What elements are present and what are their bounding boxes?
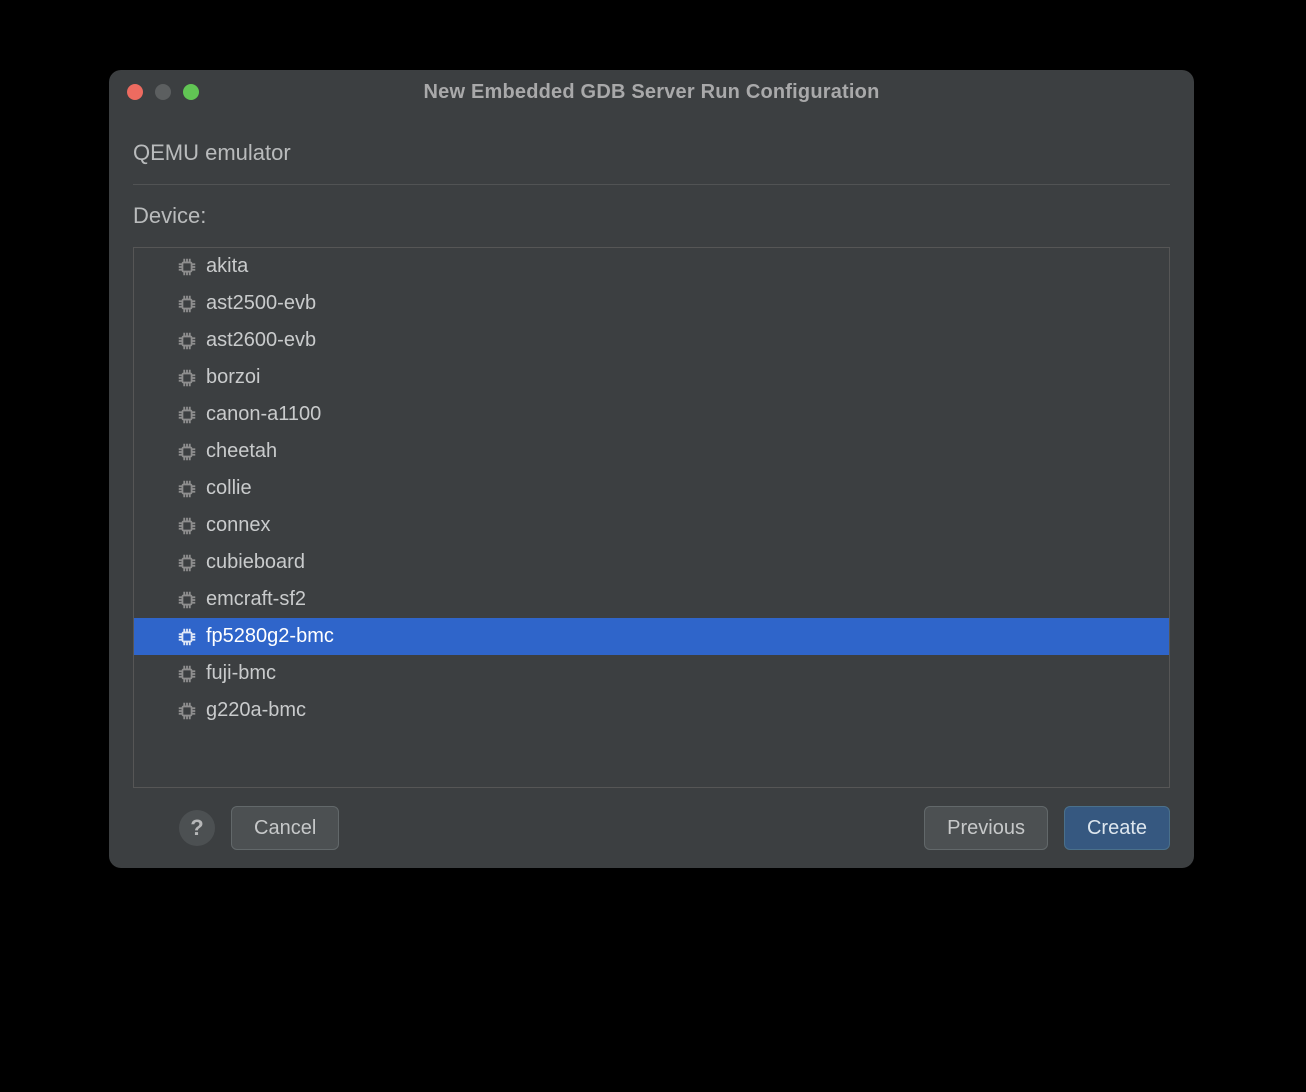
device-list-item[interactable]: emcraft-sf2 (134, 581, 1169, 618)
device-list-item[interactable]: cheetah (134, 433, 1169, 470)
device-list-item-label: ast2500-evb (206, 292, 316, 315)
chip-icon (176, 441, 198, 463)
create-button-label: Create (1087, 817, 1147, 840)
device-list-item-label: akita (206, 255, 248, 278)
dialog-footer: ? Cancel Previous Create (109, 788, 1194, 868)
chip-icon (176, 330, 198, 352)
window-zoom-button[interactable] (183, 84, 199, 100)
device-list-item[interactable]: fuji-bmc (134, 655, 1169, 692)
device-list-item[interactable]: canon-a1100 (134, 396, 1169, 433)
device-list-item-label: fuji-bmc (206, 662, 276, 685)
device-list-item[interactable]: connex (134, 507, 1169, 544)
device-list-item[interactable]: collie (134, 470, 1169, 507)
help-button[interactable]: ? (179, 810, 215, 846)
device-list-item-label: fp5280g2-bmc (206, 625, 334, 648)
chip-icon (176, 404, 198, 426)
device-list-item[interactable]: akita (134, 248, 1169, 285)
device-list-item-label: cubieboard (206, 551, 305, 574)
device-list-container: akita ast2500-evb ast2600-evb borzoi canon-a… (133, 247, 1170, 788)
window-minimize-button[interactable] (155, 84, 171, 100)
help-icon: ? (190, 815, 203, 841)
chip-icon (176, 626, 198, 648)
device-list-item[interactable]: fp5280g2-bmc (134, 618, 1169, 655)
device-list-item-label: collie (206, 477, 252, 500)
device-list-item-label: ast2600-evb (206, 329, 316, 352)
device-list-item[interactable]: cubieboard (134, 544, 1169, 581)
cancel-button-label: Cancel (254, 817, 316, 840)
device-list-item-label: canon-a1100 (206, 403, 321, 426)
page-subtitle: QEMU emulator (133, 140, 1170, 166)
chip-icon (176, 515, 198, 537)
cancel-button[interactable]: Cancel (231, 806, 339, 850)
previous-button-label: Previous (947, 817, 1025, 840)
device-list-item[interactable]: ast2500-evb (134, 285, 1169, 322)
chip-icon (176, 367, 198, 389)
chip-icon (176, 663, 198, 685)
device-list-item-label: borzoi (206, 366, 260, 389)
title-bar: New Embedded GDB Server Run Configuratio… (109, 70, 1194, 114)
window-title: New Embedded GDB Server Run Configuratio… (109, 81, 1194, 104)
dialog-body: QEMU emulator Device: akita ast2500-evb as… (109, 114, 1194, 788)
window-controls (127, 84, 199, 100)
chip-icon (176, 700, 198, 722)
device-list[interactable]: akita ast2500-evb ast2600-evb borzoi canon-a… (134, 248, 1169, 787)
device-list-item-label: cheetah (206, 440, 277, 463)
device-list-item-label: connex (206, 514, 271, 537)
window-close-button[interactable] (127, 84, 143, 100)
device-list-item[interactable]: borzoi (134, 359, 1169, 396)
create-button[interactable]: Create (1064, 806, 1170, 850)
device-list-item-label: g220a-bmc (206, 699, 306, 722)
dialog-window: New Embedded GDB Server Run Configuratio… (109, 70, 1194, 868)
device-list-item[interactable]: g220a-bmc (134, 692, 1169, 729)
chip-icon (176, 552, 198, 574)
chip-icon (176, 256, 198, 278)
previous-button[interactable]: Previous (924, 806, 1048, 850)
device-list-item-label: emcraft-sf2 (206, 588, 306, 611)
device-list-item[interactable]: ast2600-evb (134, 322, 1169, 359)
device-field-label: Device: (133, 203, 1170, 229)
chip-icon (176, 589, 198, 611)
divider (133, 184, 1170, 185)
chip-icon (176, 293, 198, 315)
chip-icon (176, 478, 198, 500)
